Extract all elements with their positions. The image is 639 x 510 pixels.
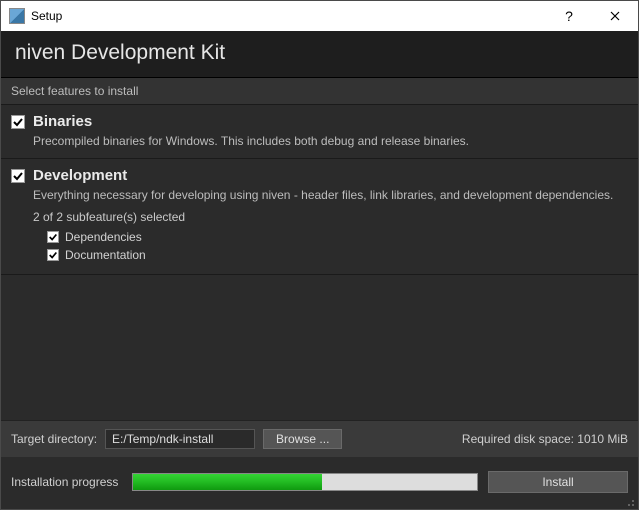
check-icon bbox=[48, 231, 58, 243]
subfeature-label: Documentation bbox=[65, 246, 146, 264]
check-icon bbox=[48, 249, 58, 261]
check-icon bbox=[12, 170, 24, 182]
subfeature-documentation: Documentation bbox=[47, 246, 628, 264]
setup-window: Setup ? niven Development Kit Select fea… bbox=[0, 0, 639, 510]
target-row: Target directory: Browse ... Required di… bbox=[1, 420, 638, 457]
subfeature-count: 2 of 2 subfeature(s) selected bbox=[33, 210, 628, 224]
install-button[interactable]: Install bbox=[488, 471, 628, 493]
check-icon bbox=[12, 116, 24, 128]
features-area: Binaries Precompiled binaries for Window… bbox=[1, 105, 638, 420]
feature-title: Binaries bbox=[33, 113, 92, 130]
window-title: Setup bbox=[31, 9, 62, 23]
subfeature-dependencies: Dependencies bbox=[47, 228, 628, 246]
titlebar: Setup ? bbox=[1, 1, 638, 31]
target-directory-input[interactable] bbox=[105, 429, 255, 449]
feature-desc: Precompiled binaries for Windows. This i… bbox=[33, 134, 628, 148]
help-button[interactable]: ? bbox=[546, 1, 592, 31]
progress-fill bbox=[133, 474, 322, 490]
subfeature-list: Dependencies Documentation bbox=[47, 228, 628, 264]
checkbox-dependencies[interactable] bbox=[47, 231, 59, 243]
app-icon bbox=[9, 8, 25, 24]
subtitle: Select features to install bbox=[1, 78, 638, 105]
feature-title: Development bbox=[33, 167, 127, 184]
feature-development: Development Everything necessary for dev… bbox=[1, 159, 638, 275]
browse-button[interactable]: Browse ... bbox=[263, 429, 342, 449]
disk-space-label: Required disk space: 1010 MiB bbox=[462, 432, 628, 446]
page-title: niven Development Kit bbox=[15, 41, 624, 65]
header: niven Development Kit bbox=[1, 31, 638, 78]
subfeature-label: Dependencies bbox=[65, 228, 142, 246]
close-icon bbox=[610, 11, 620, 21]
progress-bar bbox=[132, 473, 478, 491]
resize-grip-icon[interactable] bbox=[624, 495, 636, 507]
feature-binaries: Binaries Precompiled binaries for Window… bbox=[1, 105, 638, 159]
target-label: Target directory: bbox=[11, 432, 97, 446]
checkbox-binaries[interactable] bbox=[11, 115, 25, 129]
checkbox-documentation[interactable] bbox=[47, 249, 59, 261]
feature-desc: Everything necessary for developing usin… bbox=[33, 188, 628, 202]
close-button[interactable] bbox=[592, 1, 638, 31]
progress-row: Installation progress Install bbox=[1, 457, 638, 509]
checkbox-development[interactable] bbox=[11, 169, 25, 183]
progress-label: Installation progress bbox=[11, 475, 118, 489]
